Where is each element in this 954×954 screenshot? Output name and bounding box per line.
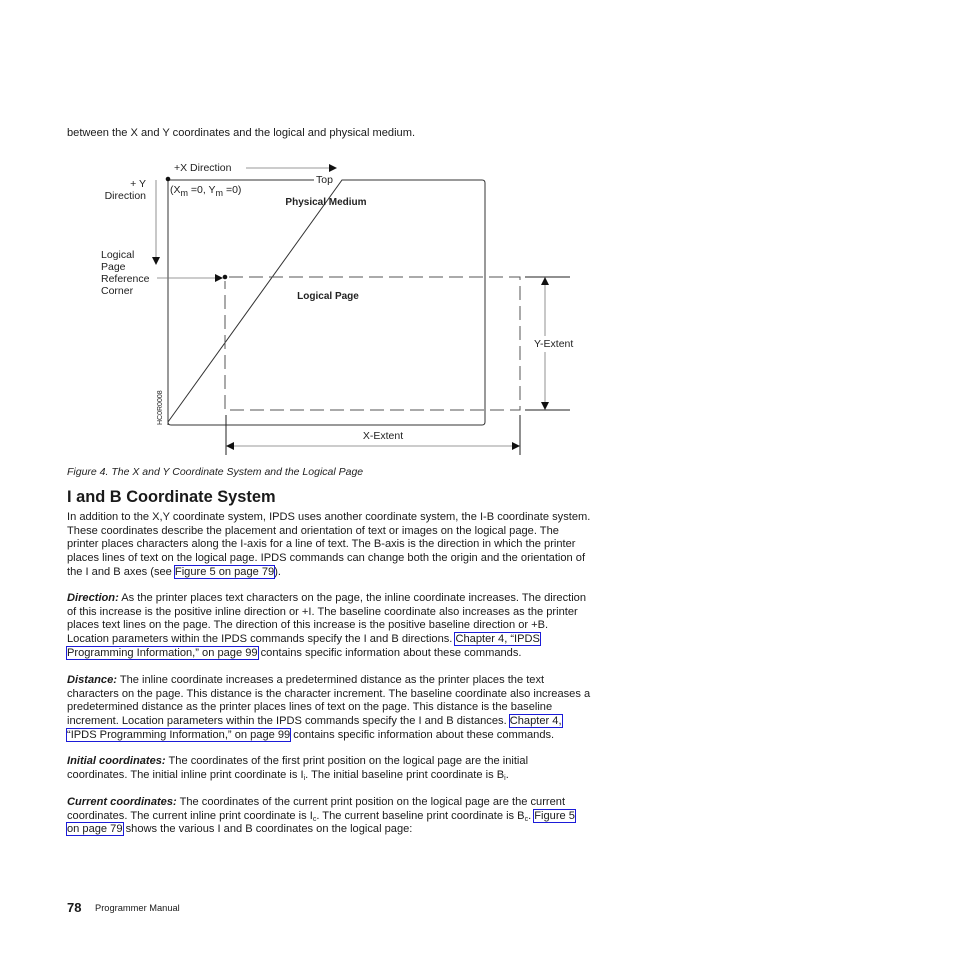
chapter-4-link-a-cont[interactable]: Programming Information,” on page 99: [66, 645, 259, 660]
chapter-4-link-a[interactable]: Chapter 4, “IPDS: [454, 632, 541, 647]
p2-line-4-text: Location parameters within the IPDS comm…: [67, 633, 456, 646]
p2-line-2: of this increase is the positive inline …: [67, 605, 578, 618]
p5-text-b: . The current baseline print coordinate …: [316, 809, 525, 822]
p1-line-4: places lines of text on the logical page…: [67, 552, 586, 565]
chapter-4-link-b[interactable]: Chapter 4,: [508, 714, 563, 729]
figure-5-link-b-cont[interactable]: on page 79: [66, 822, 124, 837]
paragraph-direction: Direction: As the printer places text ch…: [66, 592, 586, 661]
y-direction-label-1: + Y: [130, 178, 146, 190]
chapter-4-link-b-cont[interactable]: “IPDS Programming Information,” on page …: [65, 727, 292, 742]
y-extent-label: Y-Extent: [534, 338, 573, 350]
logical-page-label: Logical Page: [297, 291, 359, 302]
p2-line-1: Direction: As the printer places text ch…: [67, 592, 586, 606]
p5-text-a: coordinates. The current inline print co…: [67, 809, 313, 822]
distance-term: Distance:: [67, 674, 117, 686]
p5-line-1: Current coordinates: The coordinates of …: [67, 796, 575, 810]
paragraph-intro: In addition to the X,Y coordinate system…: [67, 511, 590, 579]
p2-line-5: Programming Information,” on page 99 con…: [66, 645, 586, 661]
p4-text-b: . The initial baseline print coordinate …: [305, 768, 505, 781]
p5-line-3-text: shows the various I and B coordinates on…: [122, 823, 413, 836]
ref-corner-line-4: Corner: [101, 285, 134, 297]
p1-line-5-text: the I and B axes (see: [67, 565, 175, 578]
p3-line-5: “IPDS Programming Information,” on page …: [65, 727, 590, 743]
paragraph-distance: Distance: The inline coordinate increase…: [65, 674, 591, 743]
p3-line-3: predetermined distance as the printer pl…: [67, 701, 553, 714]
figure-5-link-b[interactable]: Figure 5: [533, 808, 576, 823]
origin-label: (Xm =0, Ym =0): [170, 184, 241, 198]
p3-line-5-text: contains specific information about thes…: [290, 728, 555, 741]
p1-line-5: the I and B axes (see Figure 5 on page 7…: [67, 564, 590, 580]
p1-line-3: printer places characters along the I-ax…: [67, 538, 576, 551]
x-direction-label: +X Direction: [174, 162, 232, 174]
p2-line-4: Location parameters within the IPDS comm…: [67, 632, 586, 647]
ref-corner-dot: [222, 274, 228, 280]
figure-5-link[interactable]: Figure 5 on page 79: [173, 564, 276, 579]
physical-medium-label: Physical Medium: [285, 197, 366, 208]
p5-line-2: coordinates. The current inline print co…: [67, 808, 576, 824]
p5-line-3: on page 79 shows the various I and B coo…: [66, 822, 575, 837]
x-extent-label: X-Extent: [363, 430, 403, 442]
origin-dot: [165, 176, 171, 182]
p1-line-1: In addition to the X,Y coordinate system…: [67, 511, 591, 523]
p2-line-5-text: contains specific information about thes…: [257, 646, 522, 659]
manual-title: Programmer Manual: [95, 903, 180, 913]
section-heading: I and B Coordinate System: [67, 488, 276, 506]
physical-medium-rect: [167, 179, 486, 426]
coordinate-system-figure: +X Direction + Y Direction Top (Xm =0, Y…: [101, 162, 573, 455]
figure-caption: Figure 4. The X and Y Coordinate System …: [67, 466, 364, 478]
logical-page-rect: [224, 276, 521, 411]
ref-corner-line-2: Page: [101, 261, 126, 273]
paragraph-initial-coordinates: Initial coordinates: The coordinates of …: [67, 755, 528, 782]
y-direction-label-2: Direction: [105, 190, 147, 202]
p3-line-4: increment. Location parameters within th…: [67, 714, 590, 729]
ref-corner-line-3: Reference: [101, 273, 150, 285]
p3-line-2: characters on the page. This distance is…: [67, 687, 591, 700]
p4-text-a: coordinates. The initial inline print co…: [67, 768, 304, 781]
p3-line-4-text: increment. Location parameters within th…: [67, 715, 510, 728]
p4-line-2: coordinates. The initial inline print co…: [67, 769, 528, 783]
p4-line-1-text: The coordinates of the first print posit…: [165, 755, 529, 767]
current-coordinates-term: Current coordinates:: [67, 796, 177, 808]
p2-line-1-text: As the printer places text characters on…: [118, 592, 587, 604]
top-label: Top: [316, 174, 333, 186]
initial-coordinates-term: Initial coordinates:: [67, 755, 166, 767]
p1-line-2: These coordinates describe the placement…: [67, 524, 559, 537]
p1-line-5-end: ).: [274, 565, 282, 578]
p3-line-1-text: The inline coordinate increases a predet…: [116, 674, 545, 686]
p5-line-1-text: The coordinates of the current print pos…: [176, 796, 566, 808]
ref-corner-line-1: Logical: [101, 249, 134, 261]
direction-term: Direction:: [67, 592, 119, 604]
paragraph-current-coordinates: Current coordinates: The coordinates of …: [66, 796, 576, 837]
p4-text-c: .: [505, 768, 509, 781]
page-number: 78: [67, 900, 82, 915]
p2-line-3: places text lines on the page. The direc…: [67, 619, 549, 632]
p3-line-1: Distance: The inline coordinate increase…: [67, 674, 590, 688]
figure-id: HC0R0008: [157, 390, 164, 425]
p4-line-1: Initial coordinates: The coordinates of …: [67, 755, 528, 769]
